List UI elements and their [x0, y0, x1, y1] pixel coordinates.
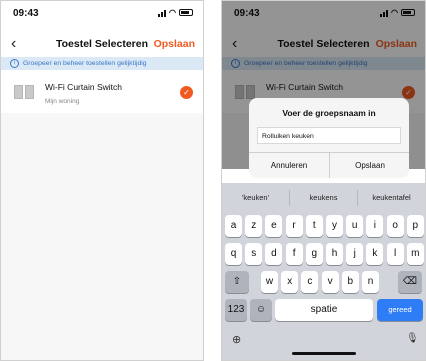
return-button[interactable]: gereed	[377, 299, 423, 321]
shift-icon[interactable]: ⇧	[225, 271, 249, 293]
empty-list-area	[1, 113, 203, 360]
group-name-screen: 09:43 ◠ ‹ Toestel Selecteren Opslaan i Gr…	[221, 0, 426, 361]
suggestion-item[interactable]: keukentafel	[357, 190, 425, 206]
key-r[interactable]: r	[285, 215, 303, 237]
device-location: Mijn woning	[45, 98, 80, 105]
info-banner-text: Groepeer en beheer toestellen gelijktijd…	[23, 60, 147, 67]
key-s[interactable]: s	[245, 243, 263, 265]
status-bar: 09:43 ◠	[1, 1, 203, 25]
device-name: Wi-Fi Curtain Switch	[45, 82, 122, 92]
key-h[interactable]: h	[326, 243, 343, 265]
key-f[interactable]: f	[285, 243, 303, 265]
key-y[interactable]: y	[326, 215, 343, 237]
group-name-dialog: Voer de groepsnaam in Rolluiken keuken A…	[249, 98, 409, 178]
key-u[interactable]: u	[346, 215, 364, 237]
numbers-key[interactable]: 123	[225, 299, 247, 321]
suggestion-bar: 'keuken' keukens keukentafel	[222, 190, 425, 206]
key-z[interactable]: z	[245, 215, 263, 237]
key-x[interactable]: x	[281, 271, 299, 293]
key-b[interactable]: b	[341, 271, 359, 293]
save-button[interactable]: Opslaan	[154, 38, 195, 50]
status-time: 09:43	[13, 8, 39, 19]
key-l[interactable]: l	[386, 243, 404, 265]
dialog-save-button[interactable]: Opslaan	[330, 153, 410, 178]
cancel-button[interactable]: Annuleren	[249, 153, 329, 178]
key-o[interactable]: o	[386, 215, 404, 237]
key-e[interactable]: e	[265, 215, 283, 237]
key-k[interactable]: k	[366, 243, 384, 265]
key-a[interactable]: a	[225, 215, 242, 237]
key-q[interactable]: q	[225, 243, 242, 265]
key-m[interactable]: m	[406, 243, 424, 265]
device-selection-screen: 09:43 ◠ ‹ Toestel Selecteren Opslaan i Gr…	[0, 0, 204, 361]
home-indicator	[292, 352, 356, 355]
dialog-title: Voer de groepsnaam in	[282, 108, 376, 118]
backspace-icon[interactable]: ⌫	[398, 271, 422, 293]
key-j[interactable]: j	[346, 243, 364, 265]
globe-icon[interactable]: ⊕	[232, 333, 241, 346]
status-icons: ◠	[158, 8, 193, 17]
device-list-item[interactable]: Wi-Fi Curtain Switch Mijn woning ✓	[1, 73, 203, 114]
key-n[interactable]: n	[362, 271, 379, 293]
key-p[interactable]: p	[406, 215, 424, 237]
key-w[interactable]: w	[261, 271, 278, 293]
group-name-input[interactable]: Rolluiken keuken	[257, 127, 401, 144]
keyboard: 'keuken' keukens keukentafel azertyuiop q…	[222, 183, 425, 360]
navigation-bar: ‹ Toestel Selecteren Opslaan	[1, 29, 203, 59]
key-t[interactable]: t	[305, 215, 323, 237]
cellular-signal-icon	[158, 9, 167, 17]
space-bar[interactable]: spatie	[275, 299, 373, 321]
microphone-icon[interactable]: 🎙	[406, 333, 419, 344]
key-v[interactable]: v	[321, 271, 339, 293]
battery-icon	[179, 9, 193, 16]
info-icon: i	[10, 58, 19, 68]
suggestion-item[interactable]: keukens	[289, 190, 357, 206]
suggestion-item[interactable]: 'keuken'	[222, 190, 289, 206]
info-banner: i Groepeer en beheer toestellen gelijktij…	[1, 57, 203, 70]
emoji-icon[interactable]: ☺	[250, 299, 272, 321]
key-c[interactable]: c	[301, 271, 319, 293]
key-g[interactable]: g	[305, 243, 323, 265]
wifi-icon: ◠	[169, 8, 176, 17]
checkmark-icon[interactable]: ✓	[180, 86, 193, 99]
curtain-switch-icon	[14, 85, 34, 99]
key-i[interactable]: i	[366, 215, 384, 237]
key-d[interactable]: d	[265, 243, 283, 265]
